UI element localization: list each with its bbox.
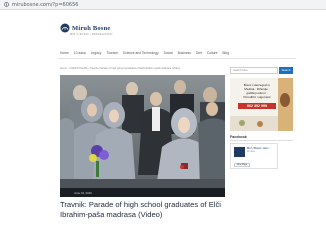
nav-item-diet[interactable]: Diet — [196, 51, 202, 55]
nav-item-home[interactable]: Home — [60, 51, 69, 55]
main-nav: Home 10 dana Legacy Tourism Science and … — [60, 50, 229, 56]
facebook-like-button[interactable]: Like Page — [234, 163, 250, 167]
breadcrumb: Home › VIJESTI ISLAM › Travnik: Parade o… — [60, 67, 181, 70]
page-root: mirubosne.com/?p=60656 Miruh Bosne MIR U… — [0, 0, 326, 245]
nav-item-legacy[interactable]: Legacy — [91, 51, 102, 55]
article-meta-bar: June 19, 2019 — [60, 188, 225, 197]
article-title[interactable]: Travnik: Parade of high school graduates… — [60, 200, 225, 219]
address-bar[interactable]: mirubosne.com/?p=60656 — [0, 0, 326, 10]
facebook-page-name[interactable]: Mir U Bosni i Herc... — [247, 147, 271, 150]
logo-emblem-icon — [60, 23, 70, 33]
graduates-parade-photo — [60, 75, 225, 188]
ad-phone-number: 062 392 999 — [238, 103, 276, 109]
article-featured-image[interactable] — [60, 75, 225, 188]
sidebar-search-button[interactable]: Search — [279, 67, 293, 74]
facebook-page-avatar — [234, 147, 245, 157]
nav-item-social[interactable]: Social — [164, 51, 173, 55]
nav-item-10-dana[interactable]: 10 dana — [74, 51, 86, 55]
sidebar-search-input[interactable]: search here — [230, 67, 278, 74]
logo-text: Miruh Bosne — [72, 24, 111, 32]
nav-item-tourism[interactable]: Tourism — [106, 51, 118, 55]
article-date: June 19, 2019 — [74, 190, 92, 195]
site-tagline: MIR U BOSNI I HERCEGOVINI — [70, 33, 113, 36]
nav-item-business[interactable]: Business — [178, 51, 191, 55]
nav-item-science-technology[interactable]: Science and Technology — [123, 51, 159, 55]
facebook-heading-divider — [230, 140, 293, 141]
url-text[interactable]: mirubosne.com/?p=60656 — [12, 2, 78, 8]
security-info-icon[interactable] — [3, 2, 9, 8]
nav-item-culture[interactable]: Culture — [207, 51, 218, 55]
sidebar-ad-banner[interactable]: Bosni i Hercegovini. Medina · Džamije · … — [230, 78, 293, 131]
nav-item-blog[interactable]: Blog — [222, 51, 229, 55]
facebook-page-likes: 2K likes — [247, 151, 256, 153]
facebook-page-widget[interactable]: Mir U Bosni i Herc... 2K likes Like Page — [230, 143, 278, 169]
nav-divider — [58, 58, 296, 59]
ad-text: Bosni i Hercegovini. Medina · Džamije · … — [243, 83, 271, 99]
facebook-widget-heading: Facebook — [230, 135, 247, 139]
